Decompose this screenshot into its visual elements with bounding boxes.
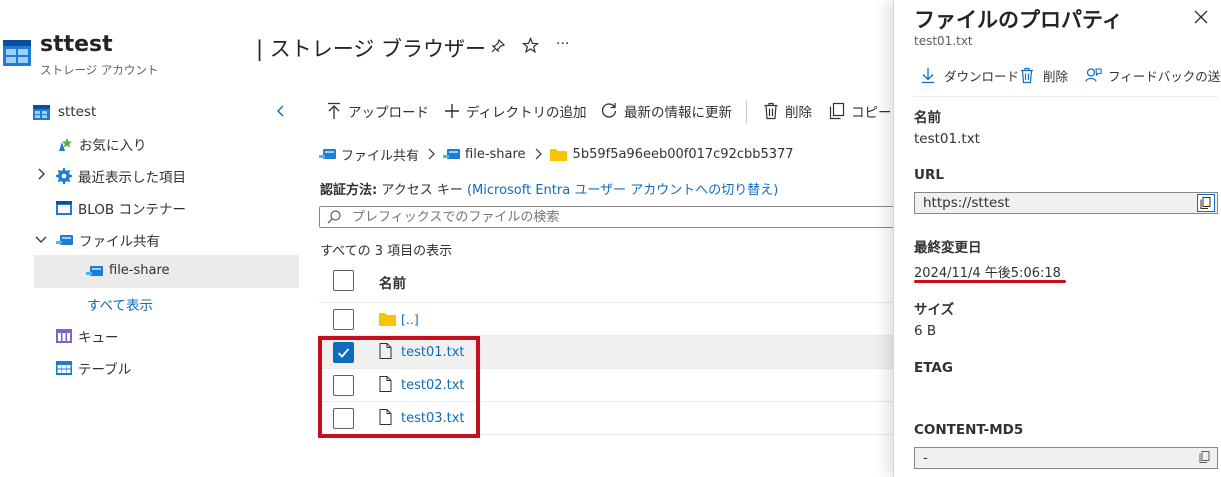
panel-download-button[interactable]: ダウンロード	[921, 66, 1019, 85]
upload-icon	[328, 102, 340, 119]
sidebar-item-favorites[interactable]: お気に入り	[56, 134, 147, 154]
page-title: | ストレージ ブラウザー	[256, 37, 487, 61]
chevron-down-icon[interactable]	[35, 233, 47, 248]
feedback-icon	[1085, 68, 1102, 82]
breadcrumb-item-folder[interactable]: 5b59f5a96eeb00f017c92cbb5377	[573, 147, 794, 162]
collapse-sidebar-icon[interactable]	[275, 104, 287, 122]
panel-subtitle: test01.txt	[914, 34, 973, 48]
file-share-icon	[319, 149, 336, 159]
panel-feedback-button[interactable]: フィードバックの送信	[1085, 66, 1221, 85]
sidebar-item-file-share[interactable]: file-share	[86, 263, 170, 278]
size-value: 6 B	[914, 323, 937, 339]
select-all-checkbox[interactable]	[333, 270, 354, 291]
auth-method: 認証方法: アクセス キー (Microsoft Entra ユーザー アカウン…	[320, 179, 778, 198]
url-label: URL	[914, 167, 944, 183]
row-checkbox[interactable]	[333, 309, 354, 330]
size-label: サイズ	[914, 302, 955, 318]
toolbar-separator	[746, 101, 747, 123]
show-all-link[interactable]: すべて表示	[87, 294, 153, 314]
sidebar-item-file-shares[interactable]: ファイル共有	[56, 230, 160, 250]
delete-button[interactable]: 削除	[763, 101, 812, 121]
parent-folder-link[interactable]: [..]	[401, 312, 419, 327]
row-divider	[319, 302, 895, 303]
panel-divider	[914, 96, 1218, 97]
trash-icon	[764, 102, 778, 120]
sidebar-item-label: ファイル共有	[79, 234, 160, 250]
queue-icon	[56, 329, 72, 343]
panel-title: ファイルのプロパティ	[914, 8, 1123, 32]
sidebar-item-label: BLOB コンテナー	[78, 202, 186, 218]
favorite-star-icon	[59, 137, 72, 151]
download-icon	[922, 68, 934, 84]
search-box[interactable]	[319, 206, 895, 228]
sidebar-item-label: file-share	[109, 263, 170, 278]
modified-underline	[914, 280, 1066, 283]
search-input[interactable]	[352, 208, 882, 226]
breadcrumb-item-share[interactable]: file-share	[465, 147, 526, 162]
sidebar-item-label: お気に入り	[79, 138, 147, 154]
plus-icon	[445, 104, 459, 118]
close-icon[interactable]	[1194, 10, 1208, 28]
breadcrumb-item-file-shares[interactable]: ファイル共有	[341, 145, 419, 164]
table-icon	[56, 361, 72, 375]
chevron-right-icon[interactable]	[36, 168, 46, 184]
name-label: 名前	[914, 110, 941, 126]
account-name: sttest	[40, 32, 113, 57]
name-value: test01.txt	[914, 131, 980, 147]
folder-icon	[379, 313, 396, 326]
sidebar-item-recent[interactable]: 最近表示した項目	[56, 166, 186, 186]
trash-icon	[1021, 67, 1033, 84]
file-share-icon	[86, 265, 103, 276]
blob-container-icon	[56, 201, 72, 215]
etag-label: ETAG	[914, 360, 953, 376]
file-share-icon	[443, 149, 461, 159]
modified-value: 2024/11/4 午後5:06:18	[914, 266, 1061, 281]
sidebar-item-label: テーブル	[78, 362, 132, 378]
pin-icon[interactable]	[490, 38, 506, 58]
sidebar-item-queues[interactable]: キュー	[56, 326, 119, 346]
copy-icon	[1199, 451, 1210, 463]
switch-auth-link[interactable]: (Microsoft Entra ユーザー アカウントへの切り替え)	[467, 183, 778, 198]
copy-button[interactable]: コピー	[829, 101, 892, 121]
sidebar-item-blob-containers[interactable]: BLOB コンテナー	[56, 198, 186, 218]
refresh-icon	[601, 103, 617, 118]
storage-account-icon	[3, 40, 31, 66]
storage-account-icon	[33, 104, 50, 120]
copy-url-button[interactable]	[1197, 194, 1215, 212]
panel-delete-button[interactable]: 削除	[1020, 66, 1068, 85]
star-icon[interactable]	[521, 36, 540, 58]
url-field: https://sttest	[914, 192, 1218, 214]
add-directory-button[interactable]: ディレクトリの追加	[444, 101, 587, 121]
sidebar-item-tables[interactable]: テーブル	[56, 358, 131, 378]
sidebar-root-label: sttest	[58, 104, 97, 120]
highlight-box	[318, 336, 480, 438]
copy-icon	[829, 102, 845, 120]
url-value: https://sttest	[923, 195, 1010, 211]
copy-icon	[1200, 197, 1211, 209]
folder-icon	[549, 149, 567, 161]
copy-md5-button[interactable]	[1197, 449, 1215, 467]
sidebar-item-label: キュー	[78, 330, 119, 346]
md5-field: -	[914, 447, 1218, 469]
account-type: ストレージ アカウント	[40, 63, 159, 77]
chevron-right-icon	[535, 148, 542, 160]
md5-value: -	[923, 450, 928, 466]
file-properties-panel: ファイルのプロパティ test01.txt ダウンロード 削除 フィードバックの…	[893, 0, 1221, 477]
file-share-icon	[56, 235, 73, 245]
auth-label: 認証方法:	[320, 183, 378, 198]
chevron-right-icon	[428, 148, 435, 160]
breadcrumb: ファイル共有 file-share 5b59f5a96eeb00f017c92c…	[319, 144, 794, 164]
column-header-name[interactable]: 名前	[379, 272, 406, 292]
more-icon[interactable]: ···	[556, 36, 569, 52]
sidebar-item-label: 最近表示した項目	[78, 170, 186, 186]
refresh-button[interactable]: 最新の情報に更新	[600, 101, 732, 121]
auth-value: アクセス キー	[381, 183, 463, 198]
sidebar-root[interactable]: sttest	[33, 104, 96, 120]
md5-label: CONTENT-MD5	[914, 422, 1024, 438]
modified-label: 最終変更日	[914, 240, 982, 256]
item-count: すべての 3 項目の表示	[320, 244, 453, 259]
gear-icon	[56, 168, 72, 184]
upload-button[interactable]: アップロード	[326, 101, 429, 121]
search-icon	[327, 210, 341, 224]
